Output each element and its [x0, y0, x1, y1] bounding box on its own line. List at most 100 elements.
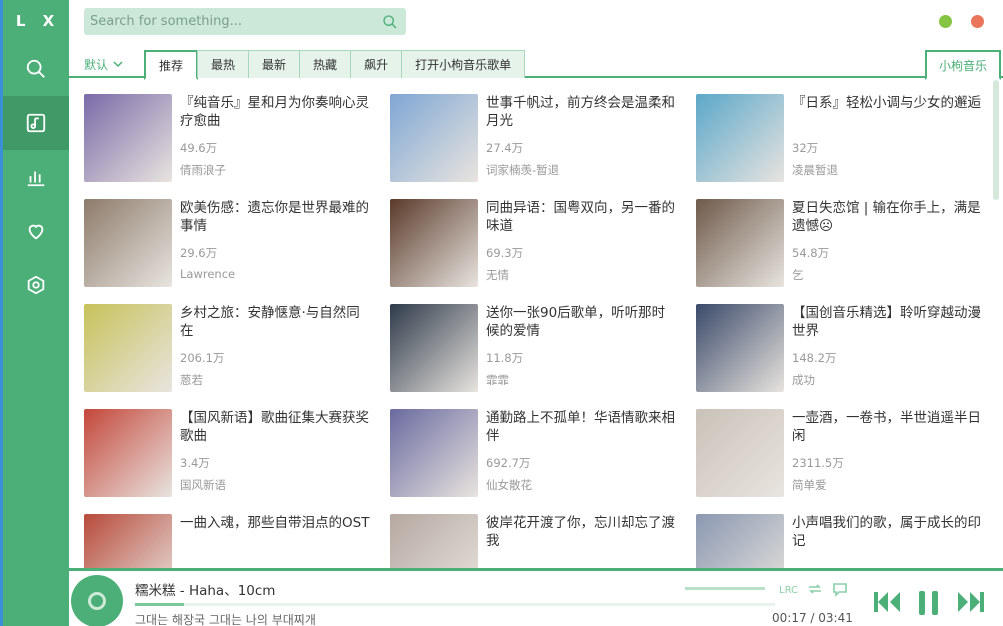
playlist-cover[interactable] [390, 199, 478, 287]
playlist-title[interactable]: 世事千帆过，前方终会是温柔和月光 [486, 94, 676, 130]
next-icon[interactable] [956, 589, 986, 615]
playlist-title[interactable]: 『日系』轻松小调与少女的邂逅 [792, 94, 982, 130]
source-select[interactable]: 默认 [69, 50, 139, 78]
playlist-cover[interactable] [696, 199, 784, 287]
close-button[interactable] [971, 15, 984, 28]
nav-search[interactable] [3, 42, 69, 96]
playlist-card[interactable]: 送你一张90后歌单，听听那时候的爱情 11.8万霏霏 [390, 304, 690, 394]
playlist-title[interactable]: 同曲异语：国粤双向，另一番的味道 [486, 199, 676, 235]
playlist-info: 同曲异语：国粤双向，另一番的味道 69.3万 无情 [486, 199, 676, 289]
playlist-cover[interactable] [390, 94, 478, 182]
playlist-cover[interactable] [696, 409, 784, 497]
tab-recommend[interactable]: 推荐 [144, 50, 199, 80]
playlist-cover[interactable] [390, 304, 478, 392]
play-count: 206.1万 [180, 351, 225, 365]
playlist-title[interactable]: 【国创音乐精选】聆听穿越动漫世界 [792, 304, 982, 340]
play-count: 2311.5万 [792, 456, 844, 470]
playlist-title[interactable]: 送你一张90后歌单，听听那时候的爱情 [486, 304, 676, 340]
nav-favorites[interactable] [3, 204, 69, 258]
sort-tabs: 推荐 最热 最新 热藏 飙升 打开小枸音乐歌单 [144, 50, 526, 80]
playlist-title[interactable]: 一曲入魂，那些自带泪点的OST [180, 514, 370, 550]
playlist-title[interactable]: 小声唱我们的歌，属于成长的印记 [792, 514, 982, 550]
playlist-cover[interactable] [84, 514, 172, 568]
search-icon[interactable] [382, 14, 398, 30]
chart-icon [27, 171, 45, 187]
tab-newest[interactable]: 最新 [248, 50, 301, 78]
nav-settings[interactable] [3, 258, 69, 312]
playlist-author: 成功 [792, 373, 815, 387]
playlist-info: 【国风新语】歌曲征集大赛获奖歌曲 3.4万 国风新语 [180, 409, 370, 499]
playlist-title[interactable]: 【国风新语】歌曲征集大赛获奖歌曲 [180, 409, 370, 445]
tab-hottest[interactable]: 最热 [197, 50, 250, 78]
playlist-info: 彼岸花开渡了你，忘川却忘了渡我 [486, 514, 676, 568]
playlist-card[interactable]: 【国创音乐精选】聆听穿越动漫世界 148.2万 成功 [696, 304, 989, 394]
playlist-card[interactable]: 『日系』轻松小调与少女的邂逅 32万凌晨暂退 [696, 94, 989, 184]
playlist-author: 凌晨暂退 [792, 163, 838, 177]
playlist-card[interactable]: 通勤路上不孤单！华语情歌来相伴 692.7万 仙女散花 [390, 409, 690, 499]
playlist-card[interactable]: 乡村之旅：安静惬意·与自然同在 206.1万 蒽若 [84, 304, 384, 394]
lyric-line: 그대는 해장국 그대는 나의 부대찌개 [135, 613, 316, 626]
previous-icon[interactable] [872, 589, 902, 615]
playlist-info: 通勤路上不孤单！华语情歌来相伴 692.7万 仙女散花 [486, 409, 676, 499]
playlist-title[interactable]: 彼岸花开渡了你，忘川却忘了渡我 [486, 514, 676, 550]
playlist-author: 无情 [486, 268, 509, 282]
playlist-card[interactable]: 【国风新语】歌曲征集大赛获奖歌曲 3.4万 国风新语 [84, 409, 384, 499]
playlist-card[interactable]: 一曲入魂，那些自带泪点的OST [84, 514, 384, 568]
playlist-card[interactable]: 夏日失恋馆 | 输在你手上，满是遗憾☹ 54.8万乞 [696, 199, 989, 289]
playlist-cover[interactable] [84, 409, 172, 497]
playlist-card[interactable]: 世事千帆过，前方终会是温柔和月光 27.4万 词家楠羡-暂退 [390, 94, 690, 184]
sidebar: L X [0, 0, 69, 626]
playlist-title[interactable]: 通勤路上不孤单！华语情歌来相伴 [486, 409, 676, 445]
playlist-title[interactable]: 一壶酒，一卷书，半世逍遥半日闲 [792, 409, 982, 445]
playlist-cover[interactable] [390, 514, 478, 568]
playlist-card[interactable]: 一壶酒，一卷书，半世逍遥半日闲 2311.5万 简单爱 [696, 409, 989, 499]
playlist-card[interactable]: 欧美伤感：遗忘你是世界最难的事情 29.6万 Lawrence [84, 199, 384, 289]
lrc-label: LRC [779, 585, 798, 596]
source-select-label: 默认 [83, 57, 108, 72]
playlist-cover[interactable] [696, 304, 784, 392]
album-disc[interactable] [71, 575, 123, 626]
playlist-author: 蒽若 [180, 373, 203, 387]
scrollbar[interactable] [993, 80, 999, 568]
tab-source-right[interactable]: 小枸音乐 [925, 50, 1001, 80]
playlist-card[interactable]: 彼岸花开渡了你，忘川却忘了渡我 [390, 514, 690, 568]
tab-rising[interactable]: 飙升 [350, 50, 403, 78]
lrc-icon[interactable]: LRC [779, 580, 799, 598]
playlist-title[interactable]: 『纯音乐』星和月为你奏响心灵疗愈曲 [180, 94, 370, 130]
playlist-info: 夏日失恋馆 | 输在你手上，满是遗憾☹ 54.8万乞 [792, 199, 982, 289]
pause-icon[interactable] [916, 589, 942, 617]
playlist-card[interactable]: 『纯音乐』星和月为你奏响心灵疗愈曲 49.6万 倩雨浪子 [84, 94, 384, 184]
search-box[interactable] [84, 8, 406, 35]
playlist-info: 『日系』轻松小调与少女的邂逅 32万凌晨暂退 [792, 94, 982, 184]
playlist-title[interactable]: 欧美伤感：遗忘你是世界最难的事情 [180, 199, 370, 235]
nav-songlist[interactable] [3, 96, 69, 150]
progress-bar[interactable] [135, 603, 775, 606]
playlist-author: 国风新语 [180, 478, 226, 492]
volume-slider[interactable] [685, 587, 765, 590]
nav-leaderboard[interactable] [3, 150, 69, 204]
play-count: 32万 [792, 141, 819, 155]
minimize-button[interactable] [939, 15, 952, 28]
playlist-cover[interactable] [696, 514, 784, 568]
playlist-cover[interactable] [696, 94, 784, 182]
playlist-info: 送你一张90后歌单，听听那时候的爱情 11.8万霏霏 [486, 304, 676, 394]
playlist-cover[interactable] [390, 409, 478, 497]
comment-icon[interactable] [831, 580, 849, 598]
app-logo: L X [15, 12, 61, 30]
playlist-author: 词家楠羡-暂退 [486, 163, 560, 177]
playlist-info: 小声唱我们的歌，属于成长的印记 [792, 514, 982, 568]
playlist-title[interactable]: 乡村之旅：安静惬意·与自然同在 [180, 304, 370, 340]
playlist-cover[interactable] [84, 199, 172, 287]
repeat-icon[interactable] [806, 580, 824, 598]
playlist-cover[interactable] [84, 94, 172, 182]
tab-open-playlist[interactable]: 打开小枸音乐歌单 [401, 50, 526, 78]
play-count: 11.8万 [486, 351, 524, 365]
search-input[interactable] [90, 14, 382, 29]
playlist-cover[interactable] [84, 304, 172, 392]
tab-collected[interactable]: 热藏 [299, 50, 352, 78]
scrollbar-thumb[interactable] [993, 80, 999, 200]
playlist-card[interactable]: 同曲异语：国粤双向，另一番的味道 69.3万 无情 [390, 199, 690, 289]
playlist-card[interactable]: 小声唱我们的歌，属于成长的印记 [696, 514, 989, 568]
playlist-title[interactable]: 夏日失恋馆 | 输在你手上，满是遗憾☹ [792, 199, 982, 235]
playlist-author: 霏霏 [486, 373, 509, 387]
